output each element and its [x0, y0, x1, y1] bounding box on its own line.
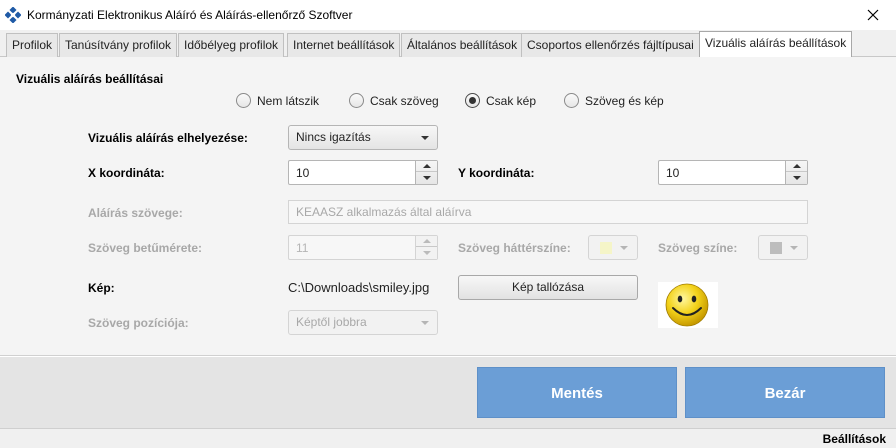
placement-value: Nincs igazítás: [296, 130, 371, 144]
tab-timestamp-profiles[interactable]: Időbélyeg profilok: [178, 33, 285, 57]
status-bar: Beállítások: [0, 428, 896, 448]
text-color-swatch: [770, 242, 782, 254]
y-coordinate-spinner[interactable]: 10: [658, 160, 808, 185]
radio-label: Nem látszik: [257, 93, 320, 108]
settings-panel: Vizuális aláírás beállításai Nem látszik…: [0, 57, 896, 356]
y-increment-button[interactable]: [786, 161, 807, 172]
y-coordinate-label: Y koordináta:: [458, 166, 535, 180]
window-title: Kormányzati Elektronikus Aláíró és Aláír…: [27, 8, 353, 22]
x-increment-button[interactable]: [416, 161, 437, 172]
status-text: Beállítások: [822, 432, 886, 446]
radio-circle: [564, 93, 579, 108]
image-preview: [658, 282, 718, 328]
image-label: Kép:: [88, 281, 115, 295]
spinner-buttons: [415, 236, 437, 259]
radio-text-only[interactable]: Csak szöveg: [349, 93, 439, 108]
text-position-value: Képtől jobbra: [296, 315, 367, 329]
window-close-button[interactable]: [850, 0, 896, 30]
chevron-down-icon: [790, 246, 798, 250]
font-size-value: 11: [296, 241, 309, 255]
chevron-down-icon: [421, 136, 429, 140]
spinner-buttons: [785, 161, 807, 184]
tab-profilok[interactable]: Profilok: [6, 33, 59, 57]
chevron-down-icon: [421, 321, 429, 325]
placement-label: Vizuális aláírás elhelyezése:: [88, 131, 248, 145]
chevron-down-icon: [620, 246, 628, 250]
spinner-buttons: [415, 161, 437, 184]
radio-image-only[interactable]: Csak kép: [465, 93, 536, 108]
chevron-down-icon: [422, 175, 431, 180]
signature-text-input[interactable]: KEAASZ alkalmazás által aláírva: [288, 200, 808, 224]
footer: Mentés Bezár: [0, 357, 896, 428]
background-color-label: Szöveg háttérszíne:: [458, 241, 571, 255]
background-color-swatch: [600, 242, 612, 254]
chevron-up-icon: [422, 164, 431, 168]
radio-text-and-image[interactable]: Szöveg és kép: [564, 93, 664, 108]
radio-hidden[interactable]: Nem látszik: [236, 93, 319, 108]
radio-circle: [465, 93, 480, 108]
section-title: Vizuális aláírás beállításai: [16, 72, 164, 86]
y-coordinate-value: 10: [666, 166, 680, 180]
browse-image-button[interactable]: Kép tallózása: [458, 275, 638, 300]
x-decrement-button[interactable]: [416, 172, 437, 183]
radio-circle: [349, 93, 364, 108]
image-path: C:\Downloads\smiley.jpg: [288, 280, 430, 295]
background-color-picker[interactable]: [588, 235, 638, 260]
chevron-down-icon: [422, 250, 431, 255]
smiley-preview: [665, 283, 709, 327]
tab-certificate-profiles[interactable]: Tanúsítvány profilok: [59, 33, 178, 57]
x-coordinate-value: 10: [296, 166, 310, 180]
app-logo-icon: [5, 7, 21, 23]
radio-label: Szöveg és kép: [585, 93, 664, 108]
chevron-up-icon: [792, 164, 801, 168]
save-button[interactable]: Mentés: [477, 367, 677, 418]
signature-text-label: Aláírás szövege:: [88, 206, 183, 220]
tab-strip: Profilok Tanúsítvány profilok Időbélyeg …: [0, 30, 896, 58]
radio-circle: [236, 93, 251, 108]
radio-label: Csak kép: [486, 93, 537, 108]
tab-batch-verification-filetypes[interactable]: Csoportos ellenőrzés fájltípusai: [521, 33, 700, 57]
placement-select[interactable]: Nincs igazítás: [288, 125, 438, 150]
tab-internet-settings[interactable]: Internet beállítások: [287, 33, 401, 57]
x-coordinate-spinner[interactable]: 10: [288, 160, 438, 185]
radio-label: Csak szöveg: [370, 93, 439, 108]
font-size-spinner[interactable]: 11: [288, 235, 438, 260]
font-size-label: Szöveg betűmérete:: [88, 241, 203, 255]
text-position-label: Szöveg pozíciója:: [88, 316, 189, 330]
title-bar: Kormányzati Elektronikus Aláíró és Aláír…: [0, 0, 896, 30]
close-button[interactable]: Bezár: [685, 367, 885, 418]
text-color-picker[interactable]: [758, 235, 808, 260]
close-icon: [867, 9, 879, 21]
y-decrement-button[interactable]: [786, 172, 807, 183]
tab-general-settings[interactable]: Általános beállítások: [401, 33, 524, 57]
x-coordinate-label: X koordináta:: [88, 166, 165, 180]
font-size-decrement-button[interactable]: [416, 247, 437, 258]
tab-visual-signature-settings[interactable]: Vizuális aláírás beállítások: [699, 31, 853, 58]
text-color-label: Szöveg színe:: [658, 241, 738, 255]
chevron-down-icon: [792, 175, 801, 180]
chevron-up-icon: [422, 239, 431, 243]
text-position-select[interactable]: Képtől jobbra: [288, 310, 438, 335]
font-size-increment-button[interactable]: [416, 236, 437, 247]
